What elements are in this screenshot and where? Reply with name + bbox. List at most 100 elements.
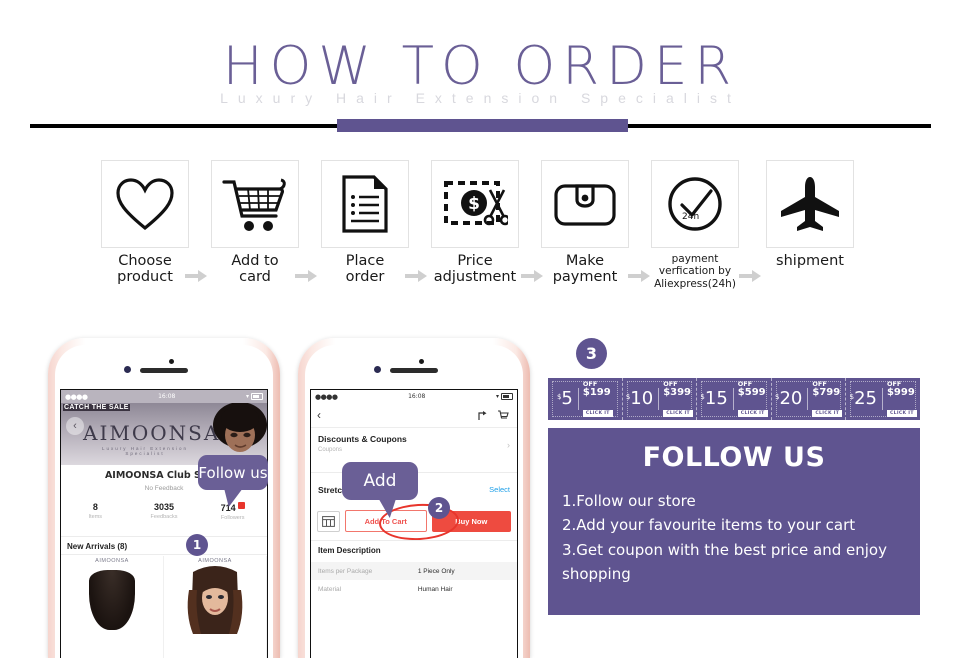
step-label: Add to card [231,253,279,286]
step-icon-box [321,160,409,248]
item-description-title: Item Description [318,546,381,555]
divider [311,540,517,541]
airplane-icon [781,177,839,231]
status-right: ▾ [496,393,513,400]
coupon-detail-block: OFF $799 CLICK IT [812,380,843,418]
step-shipment: shipment [765,160,855,269]
battery-icon [251,393,263,400]
phone-mockup-store: ●●●● 16:08 ▾ CATCH THE SALE ‹ AIMOONSA L… [48,338,280,658]
wifi-icon: ▾ [495,393,499,400]
select-link[interactable]: Select [489,485,510,494]
step-payment-verification: 24h payment verfication by Aliexpress(24h) [650,160,740,290]
stat-value: 3035 [153,502,175,512]
step-badge-3: 3 [576,338,607,369]
phone-screen: ●●●● 16:08 ▾ CATCH THE SALE ‹ AIMOONSA L… [60,389,268,658]
speaker-grille [390,368,438,373]
callout-tail [378,498,400,518]
step-arrow [405,270,427,282]
coupon-amount: 10 [630,388,654,409]
coupon-item[interactable]: $ 15 OFF $599 CLICK IT [697,378,772,420]
product-card[interactable]: AIMOONSA [164,556,267,658]
store-logo: AIMOONSA Luxury Hair Extension Specialis… [83,421,218,456]
table-row: Items per Package 1 Piece Only [311,562,517,580]
stat-feedbacks: 3035 Feedbacks [130,502,199,534]
table-row: Material Human Hair [311,580,517,598]
row-subtitle: Coupons [318,447,343,453]
coupon-amount: 25 [854,388,877,409]
cart-icon[interactable] [497,409,509,427]
product-nav-bar: ‹ [311,403,517,428]
step-label: shipment [776,253,844,269]
coupon-click-button[interactable]: CLICK IT [737,409,768,417]
step-place-order: Place order [320,160,410,285]
battery-icon [501,393,513,400]
store-icon[interactable] [317,510,340,532]
coupon-amount-block: $ 10 [626,390,658,408]
step-label: payment verfication by Aliexpress(24h) [654,253,736,290]
coupon-item[interactable]: $ 5 OFF $199 CLICK IT [548,378,623,420]
product-card[interactable]: AIMOONSA [61,556,164,658]
coupon-min-spend: $199 [582,387,611,398]
follow-us-callout: Follow us [198,455,268,507]
table-cell-key: Material [318,585,342,593]
signal-dots-icon: ●●●● [65,392,88,401]
coupon-click-button[interactable]: CLICK IT [812,409,843,417]
coupon-separator [732,388,734,410]
stat-label: Followers [220,515,245,521]
back-icon[interactable]: ‹ [317,408,321,422]
follow-step: shopping [562,564,631,583]
coupon-item[interactable]: $ 25 OFF $999 CLICK IT [846,378,920,420]
stat-label: Items [88,514,103,520]
follow-us-steps: 1.Follow our store 2.Add your favourite … [562,489,906,586]
cart-icon [222,178,286,231]
coupon-item[interactable]: $ 20 OFF $799 CLICK IT [772,378,847,420]
follow-step: 3.Get coupon with the best price and enj… [562,540,887,559]
step-badge-1: 1 [186,534,208,556]
follow-step: 2.Add your favourite items to your cart [562,516,856,535]
clock-24h-icon: 24h [668,177,722,231]
coupon-min-spend: $399 [663,387,692,398]
step-make-payment: Make payment [540,160,630,285]
step-arrow [185,270,207,282]
speaker-grille [140,368,188,373]
step-arrow [295,270,317,282]
step-icon-box [211,160,299,248]
discounts-coupons-row[interactable]: Discounts & Coupons Coupons › [311,434,517,453]
phone-body: ●●●● 16:08 ▾ CATCH THE SALE ‹ AIMOONSA L… [55,345,273,658]
divider [61,554,267,555]
coupon-item[interactable]: $ 10 OFF $399 CLICK IT [623,378,698,420]
step-add-to-card: Add to card [210,160,300,285]
phone-screen: ●●●● 16:08 ▾ ‹ Discounts & Coupons Coupo… [310,389,518,658]
step-icon-box [101,160,189,248]
coupon-detail-block: OFF $599 CLICK IT [737,380,768,418]
coupon-strip: $ 5 OFF $199 CLICK IT $ 10 OFF $399 CLIC… [548,378,920,420]
coupon-click-button[interactable]: CLICK IT [663,409,693,417]
table-cell-value: 1 Piece Only [417,567,455,575]
stat-label: Feedbacks [150,514,178,520]
svg-text:$: $ [468,194,480,214]
back-icon[interactable]: ‹ [66,417,84,435]
item-description-table: Items per Package 1 Piece Only Material … [311,562,517,598]
wifi-icon: ▾ [245,393,249,400]
header-divider-purple [337,119,628,132]
status-time: 16:08 [408,393,426,400]
coupon-click-button[interactable]: CLICK IT [582,409,613,417]
follow-us-panel: FOLLOW US 1.Follow our store 2.Add your … [548,428,920,615]
coupon-detail-block: OFF $999 CLICK IT [886,380,917,418]
camera-icon [374,366,381,373]
product-image-model [187,566,243,634]
stat-value: 8 [92,502,98,512]
step-choose-product: Choose product [100,160,190,285]
steps-row: Choose product Add to card Place order $… [0,160,961,300]
step-arrow [628,270,650,282]
price-cut-icon: $ [444,181,508,226]
sale-banner-text: CATCH THE SALE [63,404,130,411]
phone-body: ●●●● 16:08 ▾ ‹ Discounts & Coupons Coupo… [305,345,523,658]
coupon-click-button[interactable]: CLICK IT [886,409,917,417]
step-arrow [739,270,761,282]
step-icon-box: $ [431,160,519,248]
step-label: Place order [345,253,385,286]
coupon-amount-block: $ 25 [850,390,882,408]
heart-icon [116,178,174,231]
share-icon[interactable] [477,409,489,427]
